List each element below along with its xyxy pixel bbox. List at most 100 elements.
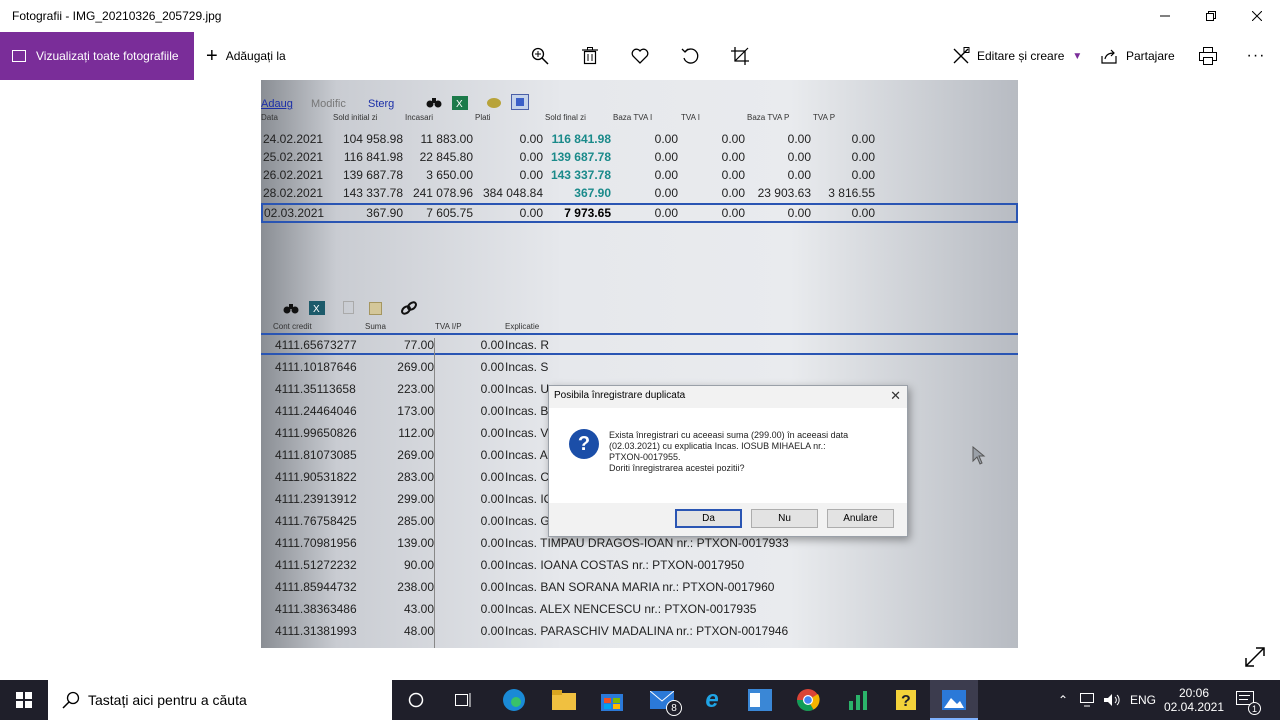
zoom-in-button[interactable] [528, 44, 552, 68]
taskbar-help-app[interactable]: ? [882, 680, 930, 720]
print-button[interactable] [1196, 44, 1220, 68]
photos-app-icon [942, 690, 966, 710]
crop-icon [731, 47, 749, 65]
taskbar-edge-chromium[interactable] [490, 680, 538, 720]
cell-tva-ip: 0.00 [480, 602, 504, 616]
language-label: ENG [1130, 693, 1157, 707]
cell-cont-credit: 4111.10187646 [275, 360, 357, 374]
printer-icon [1199, 47, 1217, 65]
task-view-icon [455, 693, 471, 707]
view-all-photos-button[interactable]: Vizualizați toate fotografiile [0, 32, 194, 80]
taskbar-internet-explorer[interactable]: e [688, 680, 736, 720]
taskbar: Tastați aici pentru a căuta 8 e ? ⌃ ENG … [0, 680, 1280, 720]
cortana-icon [408, 692, 424, 708]
cell-date: 24.02.2021 [263, 132, 324, 146]
cell-sold-initial: 104 958.98 [342, 132, 403, 146]
crop-button[interactable] [728, 44, 752, 68]
col-header-suma: Suma [365, 322, 386, 331]
help-app-icon: ? [896, 690, 916, 710]
clock[interactable]: 20:06 02.04.2021 [1164, 680, 1224, 720]
restore-button[interactable] [1188, 0, 1234, 32]
dialog-close-icon[interactable]: ✕ [890, 388, 901, 404]
cell-tva-i: 0.00 [721, 168, 745, 182]
cell-suma: 283.00 [397, 470, 434, 484]
minimize-button[interactable] [1142, 0, 1188, 32]
store-icon [601, 694, 623, 711]
cell-cont-credit: 4111.85944732 [275, 580, 357, 594]
cell-tva-ip: 0.00 [480, 580, 504, 594]
action-center-button[interactable]: 1 [1236, 680, 1261, 720]
taskbar-mail[interactable]: 8 [638, 680, 686, 720]
dialog-cancel-button[interactable]: Anulare [827, 509, 894, 528]
start-button[interactable] [0, 680, 48, 720]
taskbar-store[interactable] [588, 680, 636, 720]
cortana-button[interactable] [392, 680, 440, 720]
cell-sold-initial: 139 687.78 [342, 168, 403, 182]
close-button[interactable] [1234, 0, 1280, 32]
dialog-no-button[interactable]: Nu [751, 509, 818, 528]
fullscreen-button[interactable] [1244, 646, 1266, 673]
language-indicator[interactable]: ENG [1130, 680, 1156, 720]
network-button[interactable] [1080, 680, 1098, 720]
cell-explicatie: Incas. TIMPAU DRAGOS-IOAN nr.: PTXON-001… [505, 536, 789, 550]
favorite-button[interactable] [628, 44, 652, 68]
cell-explicatie: Incas. S [505, 360, 549, 374]
taskbar-chart-app[interactable] [834, 680, 882, 720]
table-row: 25.02.2021 116 841.98 22 845.80 0.00 139… [261, 148, 1018, 166]
dialog-yes-button[interactable]: Da [675, 509, 742, 528]
cell-sold-initial: 367.90 [366, 206, 403, 220]
cell-baza-tva-i: 0.00 [654, 186, 678, 200]
cell-cont-credit: 4111.90531822 [275, 470, 357, 484]
cell-sold-initial: 143 337.78 [342, 186, 403, 200]
cell-date: 02.03.2021 [264, 206, 325, 220]
share-button[interactable]: Partajare [1100, 32, 1175, 80]
col-header-sold-final: Sold final zi [545, 113, 586, 122]
minimize-icon [1160, 15, 1170, 17]
network-icon [1080, 693, 1094, 707]
taskbar-chrome[interactable] [784, 680, 832, 720]
rotate-button[interactable] [678, 44, 702, 68]
cell-plati: 0.00 [519, 150, 543, 164]
list-item: 4111.65673277 77.00 0.00 Incas. R [261, 335, 1018, 357]
more-options-button[interactable]: ··· [1244, 44, 1268, 68]
cell-tva-ip: 0.00 [480, 382, 504, 396]
clock-time: 20:06 [1178, 686, 1210, 700]
cell-baza-tva-p: 0.00 [787, 206, 811, 220]
col-header-explicatie: Explicatie [505, 322, 540, 331]
cell-date: 26.02.2021 [263, 168, 324, 182]
cell-sold-final: 139 687.78 [550, 150, 611, 164]
add-to-button[interactable]: + Adăugați la [206, 32, 286, 80]
cell-suma: 269.00 [397, 448, 434, 462]
taskbar-outlook[interactable] [736, 680, 784, 720]
cell-tva-ip: 0.00 [480, 624, 504, 638]
cell-cont-credit: 4111.23913912 [275, 492, 357, 506]
chrome-icon [797, 689, 820, 711]
cell-explicatie: Incas. BAN SORANA MARIA nr.: PTXON-00179… [505, 580, 775, 594]
cell-suma: 299.00 [397, 492, 434, 506]
svg-text:?: ? [901, 693, 911, 710]
taskbar-file-explorer[interactable] [540, 680, 588, 720]
internet-explorer-icon: e [705, 686, 719, 713]
cell-suma: 90.00 [403, 558, 434, 572]
cell-baza-tva-i: 0.00 [654, 168, 678, 182]
cell-tva-p: 0.00 [851, 132, 875, 146]
edge-icon [503, 689, 525, 711]
show-hidden-icons-button[interactable]: ⌃ [1058, 680, 1068, 720]
col-header-plati: Plati [475, 113, 491, 122]
list-item: 4111.31381993 48.00 0.00 Incas. PARASCHIV M… [261, 621, 1018, 643]
edit-create-button[interactable]: Editare și creare ▼ [952, 32, 1082, 80]
col-header-tva-p: TVA P [813, 113, 836, 122]
taskbar-search-box[interactable]: Tastați aici pentru a căuta [48, 680, 392, 720]
coins-icon [486, 97, 502, 112]
delete-button[interactable] [578, 44, 602, 68]
cell-cont-credit: 4111.38363486 [275, 602, 357, 616]
mouse-cursor-icon [972, 445, 986, 471]
task-view-button[interactable] [440, 680, 488, 720]
cell-tva-ip: 0.00 [480, 426, 504, 440]
cell-suma: 173.00 [397, 404, 434, 418]
dialog-message-line: PTXON-0017955. [609, 452, 681, 462]
taskbar-photos-active[interactable] [930, 680, 978, 720]
excel-icon: X [309, 301, 325, 320]
volume-button[interactable] [1104, 680, 1122, 720]
cell-tva-p: 3 816.55 [828, 186, 875, 200]
